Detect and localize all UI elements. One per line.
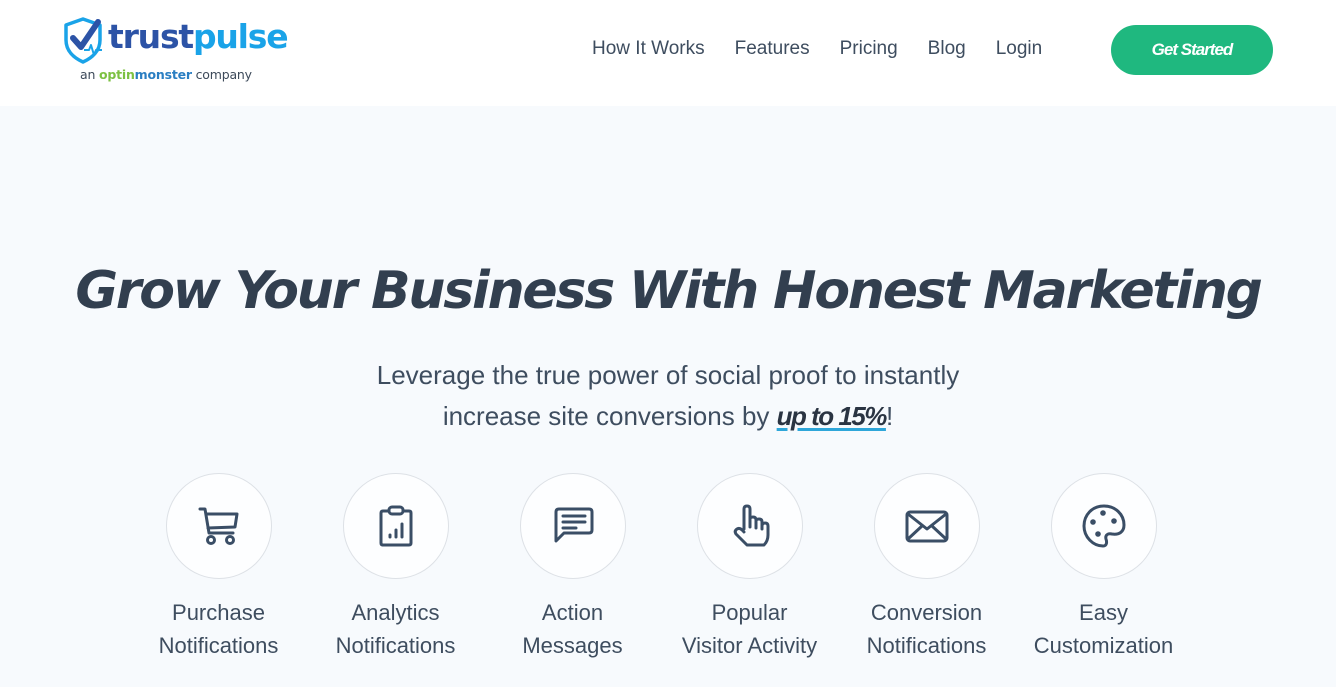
feature-action-messages[interactable]: Action Messages	[484, 473, 661, 673]
pointer-hand-icon	[733, 504, 769, 547]
feature-label: Action Messages	[522, 600, 623, 658]
feature-icon-circle	[1050, 473, 1157, 579]
feature-label: Easy Customization	[1033, 600, 1174, 658]
palette-icon	[1082, 504, 1125, 548]
feature-analytics-notifications[interactable]: Analytics Notifications	[307, 473, 484, 673]
hero-title: Grow Your Business With Honest Marketing	[75, 261, 1263, 321]
shield-check-icon	[64, 17, 102, 64]
envelope-icon	[905, 510, 948, 543]
nav-blog[interactable]: Blog	[928, 34, 966, 64]
get-started-button[interactable]: Get Started	[1111, 25, 1273, 75]
trustpulse-logo[interactable]: trustpulse an optinmonster company	[62, 14, 289, 86]
feature-easy-customization[interactable]: Easy Customization	[1015, 473, 1192, 673]
feature-list: Purchase Notifications Analytics Notificat…	[130, 473, 1206, 673]
hero-subtitle: Leverage the true power of social proof …	[376, 360, 960, 431]
feature-label: Analytics Notifications	[335, 600, 456, 658]
feature-icon-circle	[519, 473, 626, 579]
main-nav: How It Works Features Pricing Blog Login	[592, 34, 1042, 64]
feature-label: Popular Visitor Activity	[681, 600, 818, 658]
highlight-up-to-15: up to 15%	[776, 401, 888, 431]
feature-icon-circle	[165, 473, 272, 579]
nav-pricing[interactable]: Pricing	[840, 34, 898, 64]
feature-icon-circle	[342, 473, 449, 579]
feature-popular-visitor-activity[interactable]: Popular Visitor Activity	[661, 473, 838, 673]
nav-login[interactable]: Login	[996, 34, 1043, 64]
feature-label: Purchase Notifications	[158, 600, 279, 658]
feature-conversion-notifications[interactable]: Conversion Notifications	[838, 473, 1015, 673]
feature-icon-circle	[696, 473, 803, 579]
feature-purchase-notifications[interactable]: Purchase Notifications	[130, 473, 307, 673]
logo-tagline: an optinmonster company	[80, 67, 252, 82]
site-header: trustpulse an optinmonster company How I…	[0, 0, 1336, 106]
analytics-clipboard-icon	[379, 505, 412, 547]
message-icon	[554, 507, 593, 543]
nav-how-it-works[interactable]: How It Works	[592, 34, 705, 64]
logo-wordmark: trustpulse	[108, 17, 289, 56]
feature-icon-circle	[873, 473, 980, 579]
feature-label: Conversion Notifications	[866, 600, 987, 658]
shopping-cart-icon	[198, 507, 238, 545]
nav-features[interactable]: Features	[735, 34, 810, 64]
